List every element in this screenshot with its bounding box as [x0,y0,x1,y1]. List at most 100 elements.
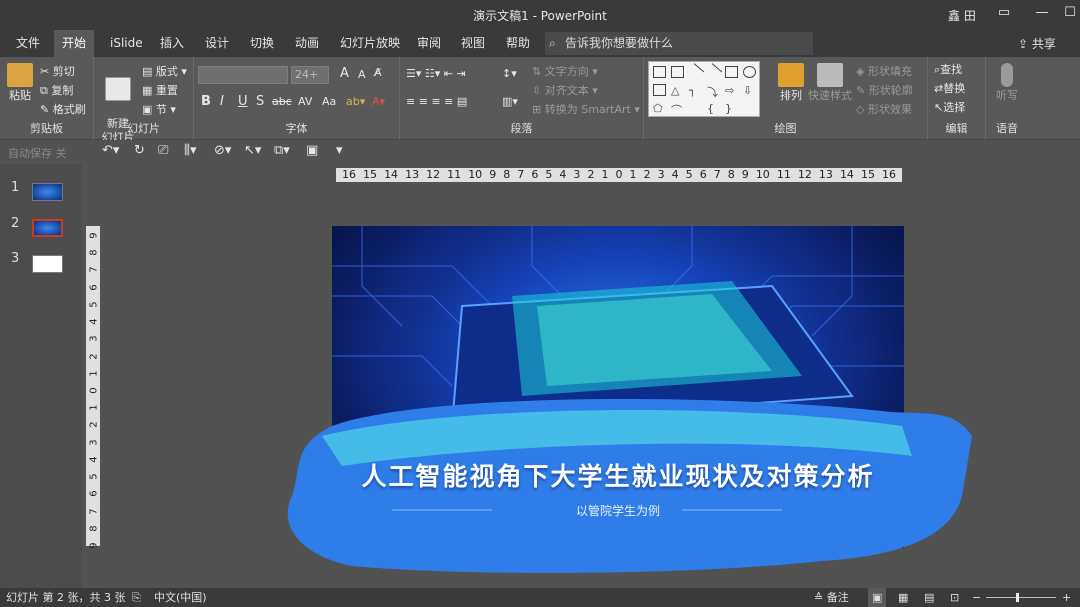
redo-icon[interactable]: ↻ [134,143,145,158]
reading-view-icon[interactable]: ▤ [924,588,934,607]
zoom-slider[interactable] [986,597,1056,598]
oval-shape-icon[interactable] [743,66,756,78]
align-text-button[interactable]: ⇳ 对齐文本 ▾ [532,82,598,98]
section-button[interactable]: ▣ 节 ▾ [142,101,176,117]
tab-help[interactable]: 帮助 [498,30,538,57]
select-tool-icon[interactable]: ⊘▾ [214,143,231,158]
right-arrow-shape-icon[interactable]: ⇨ [725,84,738,97]
strikethrough-button[interactable]: abc [272,95,292,108]
tab-home[interactable]: 开始 [54,30,95,57]
notes-button[interactable]: ≙ 备注 [814,588,849,607]
thumbnail-slide-2[interactable] [32,219,63,237]
shadow-button[interactable]: S [256,94,264,109]
textbox-shape-icon[interactable] [653,66,666,78]
font-name-field[interactable] [198,66,288,84]
columns-icon[interactable]: ▥▾ [502,95,518,108]
dictate-button[interactable]: 听写 [992,63,1022,103]
customize-qat-icon[interactable]: ▾ [336,143,343,158]
minimize-icon[interactable]: — [1032,5,1052,23]
slide-title[interactable]: 人工智能视角下大学生就业现状及对策分析 [332,457,904,493]
shape-fill-button[interactable]: ◈ 形状填充 [856,63,912,79]
group-objects-icon[interactable]: ⧉▾ [274,143,290,158]
line-shape-icon[interactable] [686,63,705,81]
shape-outline-button[interactable]: ✎ 形状轮廓 [856,82,913,98]
brace-left-shape-icon[interactable]: { [707,102,720,115]
zoom-in-icon[interactable]: + [1062,588,1071,607]
freeform-shape-icon[interactable]: ⌒ [671,102,684,117]
pentagon-shape-icon[interactable]: ⬠ [653,102,666,115]
pointer-icon[interactable]: ↖▾ [244,143,261,158]
tab-design[interactable]: 设计 [197,30,237,57]
arrange-button[interactable]: 排列 [776,63,806,103]
text-direction-button[interactable]: ⇅ 文字方向 ▾ [532,63,598,79]
char-spacing-button[interactable]: AV [298,95,312,108]
language-indicator[interactable]: 中文(中国) [154,588,207,607]
rounded-rect-shape-icon[interactable] [653,84,666,96]
vertical-textbox-shape-icon[interactable] [671,66,684,78]
tab-view[interactable]: 视图 [453,30,493,57]
user-name[interactable]: 鑫 田 [948,7,976,24]
find-button[interactable]: ⌕查找 [934,61,962,77]
grow-font-button[interactable]: A [340,66,349,81]
shapes-gallery[interactable]: △ ┐ ⤵ ⇨ ⇩ ⬠ ⌒ { } [648,61,760,117]
triangle-shape-icon[interactable]: △ [671,84,684,97]
sorter-view-icon[interactable]: ▦ [898,588,908,607]
tab-transitions[interactable]: 切换 [242,30,282,57]
tab-file[interactable]: 文件 [8,30,48,57]
ribbon-display-icon[interactable]: ▭ [994,5,1014,23]
align-icons[interactable]: ≡ ≡ ≡ ≡ ▤ [406,95,467,108]
brace-right-shape-icon[interactable]: } [725,102,738,115]
quick-styles-icon [817,63,843,87]
window-title: 演示文稿1 - PowerPoint [473,9,607,23]
font-size-field[interactable]: 24+ [291,66,329,84]
paste-button[interactable]: 粘贴 [6,63,34,103]
arrow-line-shape-icon[interactable] [704,63,723,81]
tab-insert[interactable]: 插入 [152,30,192,57]
thumbnail-slide-3[interactable] [32,255,63,273]
normal-view-icon[interactable]: ▣ [868,588,887,607]
underline-button[interactable]: U [238,94,248,109]
present-icon[interactable]: ⎚ [158,143,168,158]
bold-button[interactable]: B [201,94,211,109]
thumbnail-slide-1[interactable] [32,183,63,201]
shrink-font-button[interactable]: A [358,68,366,81]
line-spacing-icon[interactable]: ↕▾ [502,67,517,80]
slide-subtitle[interactable]: 以管院学生为例 [332,502,904,519]
format-painter-button[interactable]: ✎ 格式刷 [40,101,86,117]
elbow-arrow-icon[interactable]: ⤵ [707,84,720,99]
elbow-connector-icon[interactable]: ┐ [689,84,702,97]
italic-button[interactable]: I [220,94,224,109]
bullets-icon[interactable]: ☰▾ ☷▾ ⇤ ⇥ [406,67,466,80]
quick-styles-button[interactable]: 快速样式 [808,63,852,103]
cut-button[interactable]: ✂ 剪切 [40,63,75,79]
tab-animations[interactable]: 动画 [287,30,327,57]
smartart-button[interactable]: ⊞ 转换为 SmartArt ▾ [532,101,640,117]
save-icon[interactable]: ▣ [306,143,318,158]
copy-button[interactable]: ⧉ 复制 [40,82,73,98]
layout-button[interactable]: ▤ 版式 ▾ [142,63,187,79]
clear-format-icon[interactable]: A̸ [374,66,382,79]
zoom-out-icon[interactable]: − [972,588,981,607]
align-tool-icon[interactable]: ⫼▾ [184,143,197,158]
maximize-icon[interactable]: ☐ [1060,5,1080,23]
undo-icon[interactable]: ↶▾ [102,143,119,158]
highlight-icon[interactable]: ab▾ [346,95,365,108]
tell-me-search[interactable]: ⌕ 告诉我你想要做什么 [545,32,813,55]
font-color-icon[interactable]: A▾ [372,95,385,108]
reset-button[interactable]: ▦ 重置 [142,82,178,98]
spellcheck-icon[interactable]: ⎘ [132,588,141,607]
replace-button[interactable]: ⇄替换 [934,80,965,96]
down-arrow-shape-icon[interactable]: ⇩ [743,84,756,97]
zoom-slider-thumb[interactable] [1016,593,1019,602]
rectangle-shape-icon[interactable] [725,66,738,78]
change-case-button[interactable]: Aa [322,95,336,108]
tab-review[interactable]: 审阅 [409,30,449,57]
slide-canvas[interactable]: 人工智能视角下大学生就业现状及对策分析 以管院学生为例 [287,226,972,573]
tab-slideshow[interactable]: 幻灯片放映 [332,30,408,57]
share-button[interactable]: ⇪ 共享 [1018,35,1056,52]
select-button[interactable]: ↖选择 [934,99,965,115]
autosave-toggle[interactable]: 自动保存 关 [8,145,67,161]
tab-islide[interactable]: iSlide [102,30,151,57]
slideshow-view-icon[interactable]: ⊡ [950,588,959,607]
shape-effects-button[interactable]: ◇ 形状效果 [856,101,912,117]
